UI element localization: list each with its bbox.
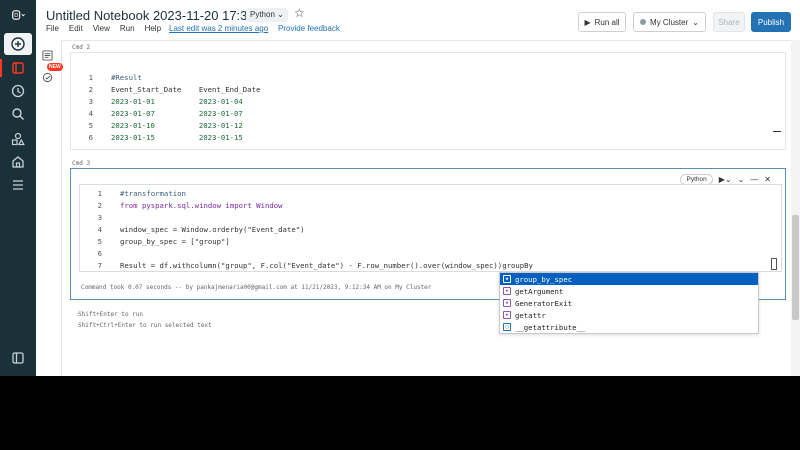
provide-feedback-link[interactable]: Provide feedback	[278, 24, 340, 33]
cell-3-editor[interactable]: 1 #transformation 2 from pyspark.sql.win…	[79, 184, 782, 272]
run-hint: Shift+Enter to run	[78, 311, 144, 318]
minimize-icon[interactable]: —	[750, 175, 758, 184]
play-icon: ▶	[584, 17, 591, 27]
method-icon: ◈	[503, 287, 511, 295]
menu-file[interactable]: File	[46, 24, 59, 33]
cluster-label: My Cluster	[650, 17, 689, 27]
code-cell-2[interactable]: 1 #Result 2 Event_Start_Date Event_End_D…	[70, 52, 786, 150]
page-scrollbar[interactable]	[791, 40, 800, 376]
header-divider	[62, 40, 800, 41]
chevron-down-icon: ⌄	[277, 10, 284, 19]
chevron-down-icon[interactable]: ⌄	[738, 175, 745, 184]
collapse-sidebar-icon[interactable]	[4, 347, 32, 369]
language-selector[interactable]: Python ⌄	[246, 8, 288, 22]
autocomplete-item[interactable]: ◈ getattr	[500, 309, 758, 321]
menu-bar: File Edit View Run Help	[46, 24, 161, 33]
run-all-label: Run all	[594, 17, 620, 27]
notebook-side-panel: NEW	[36, 40, 63, 376]
language-label: Python	[250, 10, 275, 19]
autocomplete-item[interactable]: ◈ getArgument	[500, 285, 758, 297]
cluster-status-icon	[640, 19, 647, 25]
svg-text:D: D	[14, 13, 18, 19]
menu-edit[interactable]: Edit	[69, 24, 83, 33]
scrollbar-thumb[interactable]	[792, 215, 799, 320]
notebook-title[interactable]: Untitled Notebook 2023-11-20 17:39:28	[46, 8, 273, 23]
class-icon: ◈	[503, 299, 511, 307]
field-icon: ▢	[503, 323, 511, 331]
menu-run[interactable]: Run	[120, 24, 135, 33]
cell-label-cmd2: Cmd 2	[72, 44, 91, 51]
editor-scroll-marker	[771, 258, 777, 270]
recents-clock-icon[interactable]	[4, 80, 32, 102]
autocomplete-item[interactable]: ◈ group_by_spec	[500, 273, 758, 285]
chevron-down-icon: ⌄	[692, 17, 699, 27]
autocomplete-item[interactable]: ◈ GeneratorExit	[500, 297, 758, 309]
cluster-selector[interactable]: My Cluster ⌄	[633, 12, 706, 32]
publish-button[interactable]: Publish	[751, 12, 791, 32]
data-shapes-icon[interactable]	[4, 128, 32, 150]
new-plus-icon[interactable]	[4, 33, 32, 55]
workspace-icon[interactable]	[0, 57, 32, 79]
menu-help[interactable]: Help	[145, 24, 161, 33]
last-edit-link[interactable]: Last edit was 2 minutes ago	[169, 24, 268, 33]
workflows-list-icon[interactable]	[4, 174, 32, 196]
cell-label-cmd3: Cmd 3	[72, 160, 91, 167]
function-icon: ◈	[503, 311, 511, 319]
new-badge: NEW	[47, 63, 63, 71]
variable-icon: ◈	[503, 275, 511, 283]
notebook-app: D NEW Untitled Notebook 2023-11-20 17:39…	[0, 0, 800, 376]
editor-scroll-marker	[773, 131, 781, 132]
share-button[interactable]: Share	[713, 12, 745, 32]
menu-view[interactable]: View	[93, 24, 110, 33]
assistant-icon[interactable]	[42, 70, 53, 88]
autocomplete-item[interactable]: ▢ __getattribute__	[500, 321, 758, 333]
run-selected-hint: Shift+Ctrl+Enter to run selected text	[78, 322, 212, 329]
run-cell-icon[interactable]: ▶⌄	[719, 175, 732, 184]
search-icon[interactable]	[4, 103, 32, 125]
favorite-star-icon[interactable]: ☆	[294, 6, 305, 20]
marketplace-icon[interactable]	[4, 151, 32, 173]
autocomplete-popup: ◈ group_by_spec ◈ getArgument ◈ Generato…	[499, 272, 759, 334]
run-all-button[interactable]: ▶ Run all	[578, 12, 626, 32]
databricks-logo-icon[interactable]: D	[6, 5, 32, 25]
left-sidebar: D	[0, 0, 36, 376]
command-status: Command took 0.07 seconds -- by pankajme…	[81, 284, 432, 291]
close-icon[interactable]: ✕	[764, 175, 771, 184]
